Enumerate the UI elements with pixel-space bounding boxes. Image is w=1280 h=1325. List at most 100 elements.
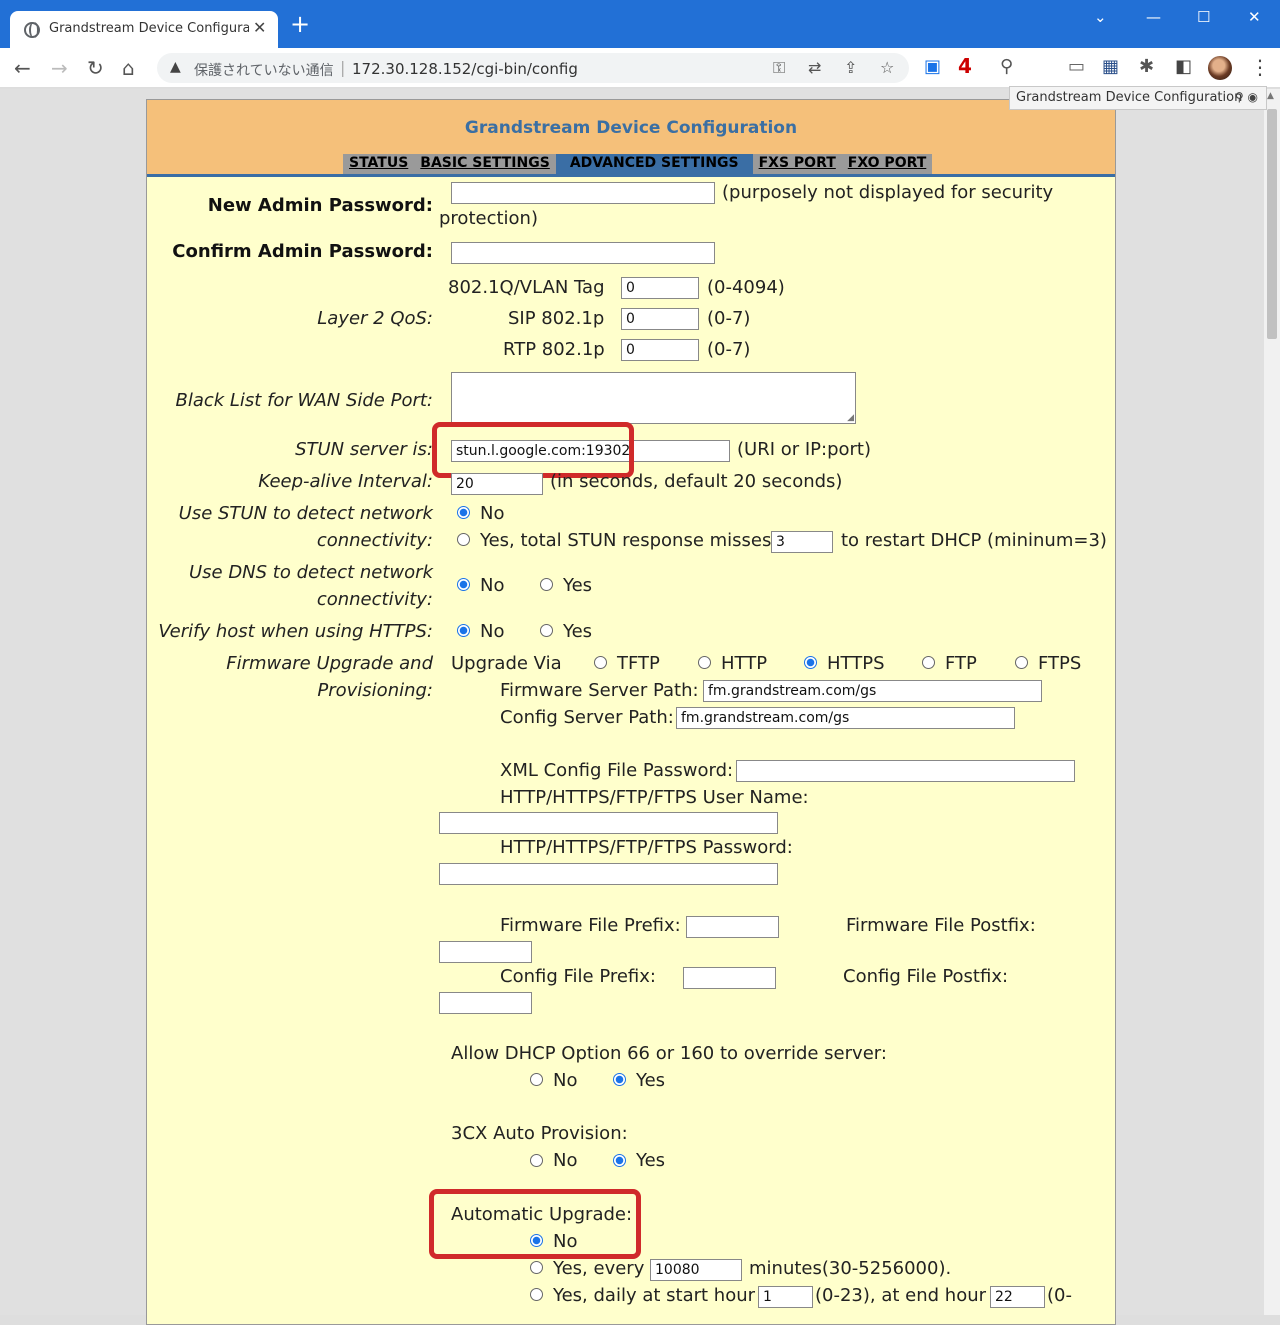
firmware-prefix-input[interactable] bbox=[686, 916, 779, 938]
tab-basic-settings[interactable]: BASIC SETTINGS bbox=[414, 154, 556, 174]
bookmark-star-icon[interactable]: ☆ bbox=[880, 58, 894, 77]
vlan-tag-input[interactable]: 0 bbox=[621, 277, 699, 299]
web-extension-icon[interactable]: ▦ bbox=[1102, 56, 1119, 78]
config-prefix-input[interactable] bbox=[683, 967, 776, 989]
config-postfix-input[interactable] bbox=[439, 992, 532, 1014]
sip-range: (0-7) bbox=[707, 308, 751, 329]
dhcp66-no-radio[interactable] bbox=[530, 1073, 543, 1086]
auto-upgrade-daily-label: Yes, daily at start hour bbox=[553, 1285, 756, 1306]
layer2-qos-label: Layer 2 QoS: bbox=[317, 308, 433, 329]
window-close-icon[interactable]: ✕ bbox=[1248, 7, 1261, 27]
scroll-up-icon[interactable]: ▲ bbox=[1267, 91, 1274, 101]
xml-config-password-input[interactable] bbox=[736, 760, 1075, 782]
key-icon[interactable]: ⚿ bbox=[773, 58, 785, 78]
upgrade-http-radio[interactable] bbox=[698, 656, 711, 669]
browser-tab[interactable]: Grandstream Device Configuration ✕ bbox=[10, 11, 278, 48]
share-icon[interactable]: ⇪ bbox=[844, 58, 857, 77]
use-dns-yes-label: Yes bbox=[563, 575, 593, 596]
sip-8021p-input[interactable]: 0 bbox=[621, 308, 699, 330]
firmware-server-path-input[interactable]: fm.grandstream.com/gs bbox=[703, 680, 1042, 702]
home-icon[interactable]: ⌂ bbox=[122, 57, 135, 79]
forward-icon[interactable]: → bbox=[51, 57, 68, 79]
dhcp66-yes-radio[interactable] bbox=[613, 1073, 626, 1086]
upgrade-http-label: HTTP bbox=[721, 653, 768, 674]
new-tab-button[interactable]: + bbox=[290, 12, 310, 36]
use-stun-yes-radio[interactable] bbox=[457, 533, 470, 546]
address-bar[interactable]: ▲ 保護されていない通信 | 172.30.128.152/cgi-bin/co… bbox=[157, 53, 909, 83]
new-admin-password-label: New Admin Password: bbox=[207, 195, 433, 216]
back-icon[interactable]: ← bbox=[14, 57, 31, 79]
security-status[interactable]: 保護されていない通信 bbox=[194, 60, 334, 80]
config-server-path-input[interactable]: fm.grandstream.com/gs bbox=[676, 707, 1015, 729]
puzzle-extensions-icon[interactable]: ✱ bbox=[1139, 56, 1154, 78]
firmware-postfix-input[interactable] bbox=[439, 941, 532, 963]
upgrade-interval-input[interactable]: 10080 bbox=[650, 1259, 742, 1281]
browser-menu-icon[interactable]: ⋮ bbox=[1250, 55, 1270, 79]
user-name-input[interactable] bbox=[439, 812, 778, 834]
extension-window-icon[interactable]: ▣ bbox=[924, 56, 941, 78]
start-hour-input[interactable]: 1 bbox=[758, 1286, 813, 1308]
auto-upgrade-every-label: Yes, every bbox=[553, 1258, 645, 1279]
url-text[interactable]: 172.30.128.152/cgi-bin/config bbox=[352, 60, 578, 78]
upgrade-tftp-label: TFTP bbox=[617, 653, 660, 674]
upgrade-ftps-radio[interactable] bbox=[1015, 656, 1028, 669]
tab-status[interactable]: STATUS bbox=[343, 154, 414, 174]
rtp-8021p-input[interactable]: 0 bbox=[621, 339, 699, 361]
keepalive-input[interactable]: 20 bbox=[451, 473, 543, 495]
minimize-icon[interactable]: — bbox=[1146, 7, 1161, 27]
resize-handle-icon[interactable]: ◢ bbox=[847, 413, 854, 423]
tab-advanced-settings[interactable]: ADVANCED SETTINGS bbox=[555, 154, 753, 174]
password-input[interactable] bbox=[439, 863, 778, 885]
tab-search-icon[interactable]: ⌄ bbox=[1094, 7, 1107, 27]
upgrade-https-radio[interactable] bbox=[804, 656, 817, 669]
dhcp66-no-label: No bbox=[553, 1070, 578, 1091]
stun-note: (URI or IP:port) bbox=[737, 439, 872, 460]
reload-icon[interactable]: ↻ bbox=[87, 57, 104, 79]
config-prefix-label: Config File Prefix: bbox=[500, 966, 656, 987]
globe-icon bbox=[24, 22, 40, 38]
use-stun-no-label: No bbox=[480, 503, 505, 524]
xml-config-password-label: XML Config File Password: bbox=[500, 760, 734, 781]
verify-host-no-label: No bbox=[480, 621, 505, 642]
config-header: Grandstream Device Configuration STATUS … bbox=[147, 100, 1115, 174]
end-hour-input[interactable]: 22 bbox=[990, 1286, 1045, 1308]
verify-host-yes-radio[interactable] bbox=[540, 624, 553, 637]
tab-close-icon[interactable]: ✕ bbox=[253, 18, 266, 37]
config-server-path-label: Config Server Path: bbox=[500, 707, 674, 728]
use-stun-label: Use STUN to detect network bbox=[178, 503, 433, 524]
extension-badge[interactable]: 4 bbox=[958, 54, 972, 78]
new-admin-password-input[interactable] bbox=[451, 182, 715, 204]
profile-avatar[interactable] bbox=[1208, 56, 1232, 80]
password-note-continued: protection) bbox=[439, 208, 538, 229]
verify-host-yes-label: Yes bbox=[563, 621, 593, 642]
translate-icon[interactable]: ⇄ bbox=[808, 58, 821, 77]
tab-fxs-port[interactable]: FXS PORT bbox=[753, 154, 842, 174]
scrollbar-thumb[interactable] bbox=[1267, 109, 1277, 339]
use-dns-no-radio[interactable] bbox=[457, 578, 470, 591]
3cx-yes-radio[interactable] bbox=[613, 1154, 626, 1167]
use-stun-no-radio[interactable] bbox=[457, 506, 470, 519]
chat-extension-icon[interactable]: ▭ bbox=[1068, 56, 1085, 78]
auto-upgrade-daily-radio[interactable] bbox=[530, 1288, 543, 1301]
warning-icon[interactable]: ▲ bbox=[170, 59, 181, 75]
confirm-admin-password-input[interactable] bbox=[451, 242, 715, 264]
stun-misses-input[interactable]: 3 bbox=[771, 531, 833, 553]
upgrade-tftp-radio[interactable] bbox=[594, 656, 607, 669]
maximize-icon[interactable]: ☐ bbox=[1197, 7, 1210, 27]
map-pin-icon[interactable]: ⚲ bbox=[1000, 56, 1013, 78]
vertical-scrollbar[interactable]: ▲ bbox=[1264, 89, 1280, 1315]
start-hour-range: (0-23), at end hour bbox=[815, 1285, 987, 1306]
auto-upgrade-every-radio[interactable] bbox=[530, 1261, 543, 1274]
3cx-no-radio[interactable] bbox=[530, 1154, 543, 1167]
firmware-upgrade-label: Firmware Upgrade and bbox=[226, 653, 433, 674]
blacklist-textarea[interactable]: ◢ bbox=[451, 372, 856, 424]
use-dns-yes-radio[interactable] bbox=[540, 578, 553, 591]
url-separator: | bbox=[340, 58, 346, 77]
tab-fxo-port[interactable]: FXO PORT bbox=[842, 154, 933, 174]
side-panel-icon[interactable]: ◧ bbox=[1175, 56, 1192, 78]
upgrade-https-label: HTTPS bbox=[827, 653, 885, 674]
verify-host-no-radio[interactable] bbox=[457, 624, 470, 637]
upgrade-ftp-radio[interactable] bbox=[922, 656, 935, 669]
header-divider bbox=[147, 174, 1115, 177]
config-page: Grandstream Device Configuration STATUS … bbox=[146, 99, 1116, 1325]
